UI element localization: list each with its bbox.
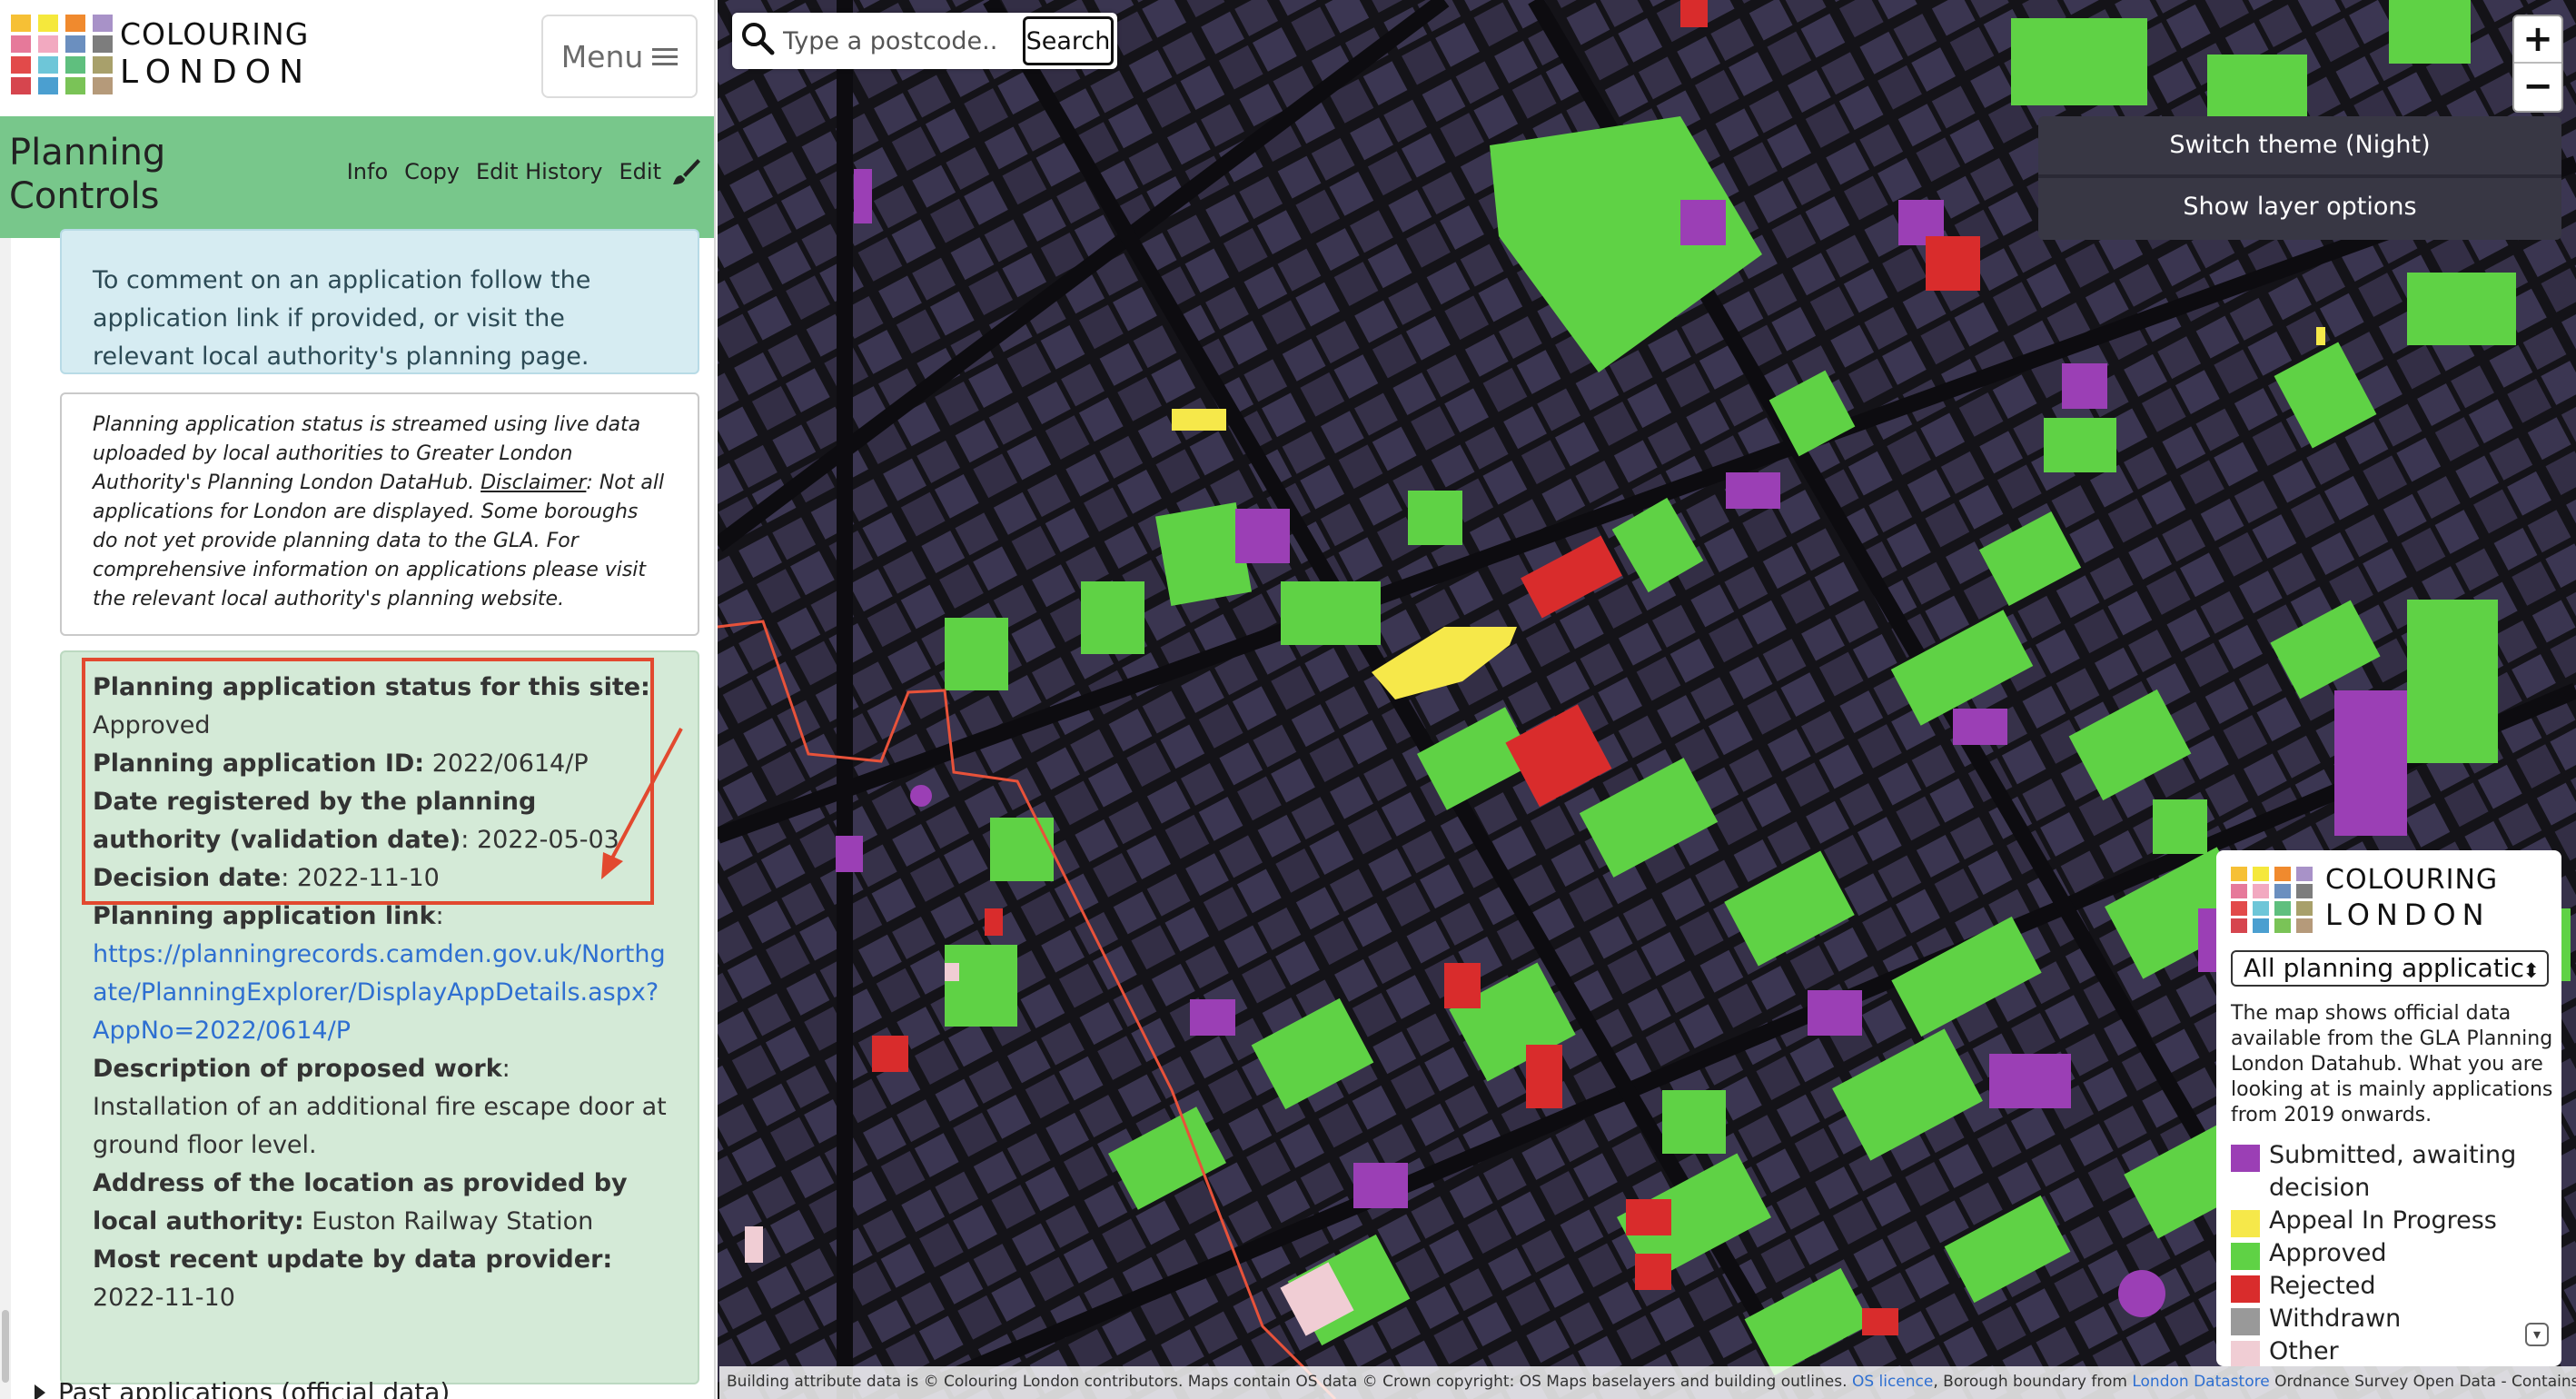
- legend-logo-text: COLOURING LONDON: [2325, 863, 2498, 932]
- caret-right-icon: [35, 1384, 45, 1399]
- legend-items: Submitted, awaiting decision Appeal In P…: [2231, 1139, 2540, 1366]
- past-applications-toggle[interactable]: Past applications (official data): [35, 1377, 450, 1399]
- info-text: To comment on an application follow the …: [93, 266, 591, 371]
- legend-swatch: [2231, 1145, 2260, 1172]
- link-label: Planning application link: [93, 902, 436, 930]
- section-title: Planning Controls: [9, 132, 166, 217]
- legend-swatch: [2231, 1341, 2260, 1366]
- legend-logo-line2: LONDON: [2325, 898, 2491, 932]
- legend-item-label: Withdrawn: [2269, 1305, 2402, 1333]
- legend-swatch: [2231, 1308, 2260, 1335]
- copy-link[interactable]: Copy: [404, 159, 460, 184]
- update-label: Most recent update by data provider:: [93, 1245, 613, 1274]
- address-value: Euston Railway Station: [312, 1207, 594, 1235]
- menu-label: Menu: [560, 38, 644, 74]
- legend-layer-select[interactable]: All planning applicatic ⬍: [2231, 950, 2549, 987]
- top-bar: COLOURING LONDON Menu: [0, 0, 714, 116]
- info-link[interactable]: Info: [347, 159, 388, 184]
- edit-link[interactable]: Edit: [619, 159, 661, 184]
- zoom-control: + −: [2512, 15, 2563, 113]
- id-value: 2022/0614/P: [431, 749, 589, 778]
- map-attribution: Building attribute data is © Colouring L…: [719, 1366, 2576, 1399]
- legend-select-value: All planning applicatic: [2244, 953, 2524, 983]
- sidebar: COLOURING LONDON Menu Planning Controls …: [0, 0, 716, 1399]
- disclaimer-panel: Planning application status is streamed …: [60, 392, 699, 636]
- os-licence-link[interactable]: OS licence: [1852, 1373, 1933, 1391]
- id-label: Planning application ID:: [93, 749, 425, 778]
- legend-item-label: Appeal In Progress: [2269, 1206, 2497, 1235]
- select-arrows-icon: ⬍: [2522, 960, 2540, 983]
- annotation-arrow-icon: [601, 728, 683, 879]
- legend-item-other: Other: [2231, 1335, 2540, 1366]
- update-value: 2022-11-10: [93, 1284, 235, 1312]
- legend-item-label: Submitted, awaiting decision: [2269, 1141, 2517, 1202]
- past-applications-label: Past applications (official data): [58, 1377, 451, 1399]
- legend-item-appeal: Appeal In Progress: [2231, 1205, 2540, 1237]
- content-area: To comment on an application follow the …: [0, 229, 714, 1399]
- decision-label: Decision date: [93, 864, 282, 892]
- legend-item-approved: Approved: [2231, 1237, 2540, 1270]
- decision-value: : 2022-11-10: [281, 864, 440, 892]
- legend-item-label: Other: [2269, 1337, 2339, 1365]
- legend-logo-line1: COLOURING: [2325, 864, 2499, 896]
- postcode-search-input[interactable]: [783, 20, 1030, 62]
- show-layer-options-button[interactable]: Show layer options: [2038, 178, 2561, 236]
- legend-item-label: Approved: [2269, 1239, 2387, 1267]
- map-legend: COLOURING LONDON All planning applicatic…: [2216, 850, 2561, 1366]
- status-value: Approved: [93, 711, 211, 739]
- section-links: Info Copy Edit History Edit: [347, 156, 701, 187]
- chevron-down-icon[interactable]: ▾: [2525, 1323, 2549, 1346]
- london-datastore-link[interactable]: London Datastore: [2132, 1373, 2269, 1391]
- zoom-in-button[interactable]: +: [2514, 16, 2561, 64]
- scrollbar-thumb[interactable]: [2, 1310, 9, 1383]
- legend-swatch: [2231, 1275, 2260, 1303]
- hamburger-icon: [652, 46, 679, 66]
- info-panel: To comment on an application follow the …: [60, 229, 699, 374]
- legend-swatch: [2231, 1243, 2260, 1270]
- search-icon: [742, 23, 775, 55]
- search-button[interactable]: Search: [1023, 16, 1114, 65]
- status-label: Planning application status for this sit…: [93, 673, 650, 701]
- disclaimer-label: Disclaimer: [481, 471, 587, 494]
- search-box: Search: [732, 13, 1117, 69]
- legend-item-submitted: Submitted, awaiting decision: [2231, 1139, 2540, 1205]
- link-colon: :: [435, 902, 444, 930]
- zoom-out-button[interactable]: −: [2514, 64, 2561, 111]
- legend-swatch: [2231, 1210, 2260, 1237]
- description-value: Installation of an additional fire escap…: [93, 1093, 667, 1159]
- edit-history-link[interactable]: Edit History: [476, 159, 603, 184]
- logo-icon[interactable]: [11, 15, 113, 94]
- legend-item-withdrawn: Withdrawn: [2231, 1303, 2540, 1335]
- logo-line1: COLOURING: [120, 16, 310, 52]
- logo-text[interactable]: COLOURING LONDON: [120, 16, 312, 93]
- description-colon: :: [501, 1055, 510, 1083]
- legend-item-rejected: Rejected: [2231, 1270, 2540, 1303]
- map-controls-panel: Switch theme (Night) Show layer options: [2038, 116, 2561, 240]
- switch-theme-button[interactable]: Switch theme (Night): [2038, 116, 2561, 174]
- attribution-text-3: Ordnance Survey Open Data - Contains pub…: [2274, 1373, 2576, 1391]
- paintbrush-icon[interactable]: [670, 156, 701, 187]
- scrollbar[interactable]: [0, 238, 11, 1399]
- logo-line2: LONDON: [120, 54, 312, 91]
- menu-button[interactable]: Menu: [541, 15, 698, 98]
- description-label: Description of proposed work: [93, 1055, 502, 1083]
- legend-logo-icon: [2231, 867, 2314, 933]
- attribution-text-2: , Borough boundary from: [1933, 1373, 2133, 1391]
- legend-item-label: Rejected: [2269, 1272, 2376, 1300]
- planning-application-link[interactable]: https://planningrecords.camden.gov.uk/No…: [93, 940, 666, 1045]
- attribution-text-1: Building attribute data is © Colouring L…: [727, 1373, 1852, 1391]
- legend-description: The map shows official data available fr…: [2231, 1002, 2553, 1126]
